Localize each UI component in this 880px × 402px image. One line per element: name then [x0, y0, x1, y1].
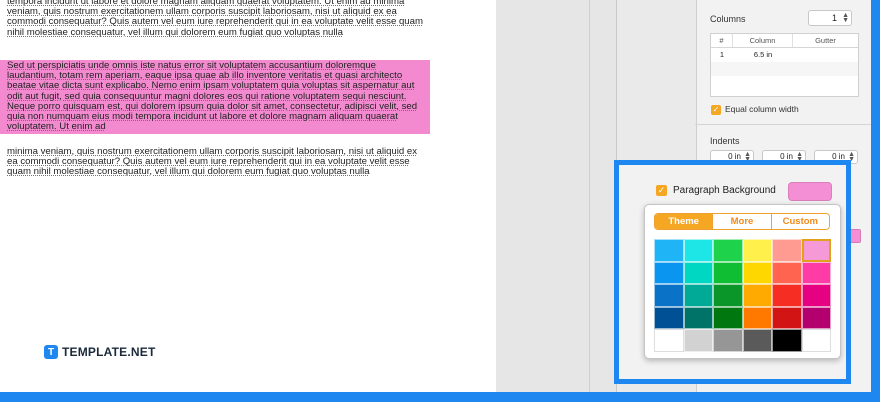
equal-column-width-checkbox[interactable]: ✓: [711, 105, 721, 115]
color-picker-tabs: Theme More Custom: [654, 213, 830, 230]
color-swatch[interactable]: [654, 261, 684, 284]
color-swatch[interactable]: [683, 306, 713, 329]
tab-more[interactable]: More: [713, 214, 772, 229]
color-swatch[interactable]: [713, 239, 743, 262]
color-swatch[interactable]: [801, 261, 831, 284]
color-swatch[interactable]: [683, 284, 713, 307]
header-number: #: [711, 34, 733, 47]
color-swatch[interactable]: [801, 329, 831, 352]
color-swatch[interactable]: [654, 329, 684, 352]
paragraph-background-label: Paragraph Background: [673, 185, 776, 196]
color-swatch[interactable]: [683, 329, 713, 352]
cell-column-width[interactable]: 6.5 in: [733, 48, 793, 62]
canvas-background: [496, 0, 616, 392]
paragraph-1[interactable]: tempora incidunt ut labore et dolore mag…: [0, 0, 440, 38]
table-row[interactable]: 1 6.5 in: [711, 48, 858, 62]
color-swatch[interactable]: [742, 306, 772, 329]
color-swatch[interactable]: [801, 239, 831, 262]
paragraph-background-color-well[interactable]: [788, 182, 832, 201]
color-swatch[interactable]: [683, 261, 713, 284]
color-swatch[interactable]: [772, 284, 802, 307]
equal-column-width-label: Equal column width: [725, 104, 799, 114]
color-swatch[interactable]: [772, 329, 802, 352]
paragraph-2-highlighted[interactable]: Sed ut perspiciatis unde omnis iste natu…: [0, 60, 430, 135]
color-swatch[interactable]: [772, 239, 802, 262]
stepper-arrows-icon[interactable]: ▲ ▼: [842, 12, 849, 24]
indents-label: Indents: [710, 136, 740, 146]
header-column: Column: [733, 34, 793, 47]
logo-mark-icon: T: [44, 345, 58, 359]
paragraph-3[interactable]: minima veniam, quis nostrum exercitation…: [0, 146, 430, 178]
tab-theme[interactable]: Theme: [655, 214, 714, 229]
cell-number: 1: [719, 50, 725, 59]
color-swatch[interactable]: [742, 261, 772, 284]
color-swatch-grid: [654, 239, 831, 352]
cell-gutter[interactable]: [793, 48, 858, 62]
color-picker-popover: Theme More Custom: [644, 204, 841, 359]
tab-custom[interactable]: Custom: [771, 214, 829, 229]
color-swatch[interactable]: [713, 261, 743, 284]
columns-label: Columns: [710, 14, 746, 24]
color-swatch[interactable]: [683, 239, 713, 262]
color-swatch[interactable]: [654, 306, 684, 329]
columns-value: 1: [831, 13, 837, 23]
color-swatch[interactable]: [801, 306, 831, 329]
columns-table[interactable]: # Column Gutter 1 6.5 in: [710, 33, 859, 97]
screenshot-stage: tempora incidunt ut labore et dolore mag…: [0, 0, 880, 402]
page-edge-divider: [589, 0, 590, 392]
color-swatch[interactable]: [772, 261, 802, 284]
template-net-logo: T TEMPLATE.NET: [44, 345, 156, 359]
color-swatch[interactable]: [772, 306, 802, 329]
color-swatch[interactable]: [742, 284, 772, 307]
color-swatch[interactable]: [742, 329, 772, 352]
logo-text: TEMPLATE.NET: [62, 345, 156, 359]
document-page[interactable]: tempora incidunt ut labore et dolore mag…: [0, 0, 496, 392]
color-swatch[interactable]: [654, 284, 684, 307]
color-swatch[interactable]: [742, 239, 772, 262]
paragraph-background-checkbox[interactable]: ✓: [656, 185, 667, 196]
columns-table-header: # Column Gutter: [711, 34, 858, 48]
section-divider: [695, 124, 871, 125]
header-gutter: Gutter: [815, 36, 836, 45]
color-swatch[interactable]: [654, 239, 684, 262]
columns-stepper[interactable]: 1 ▲ ▼: [808, 10, 852, 26]
table-empty-row: [711, 62, 858, 76]
color-swatch[interactable]: [713, 329, 743, 352]
color-swatch[interactable]: [801, 284, 831, 307]
color-swatch[interactable]: [713, 306, 743, 329]
color-swatch[interactable]: [713, 284, 743, 307]
